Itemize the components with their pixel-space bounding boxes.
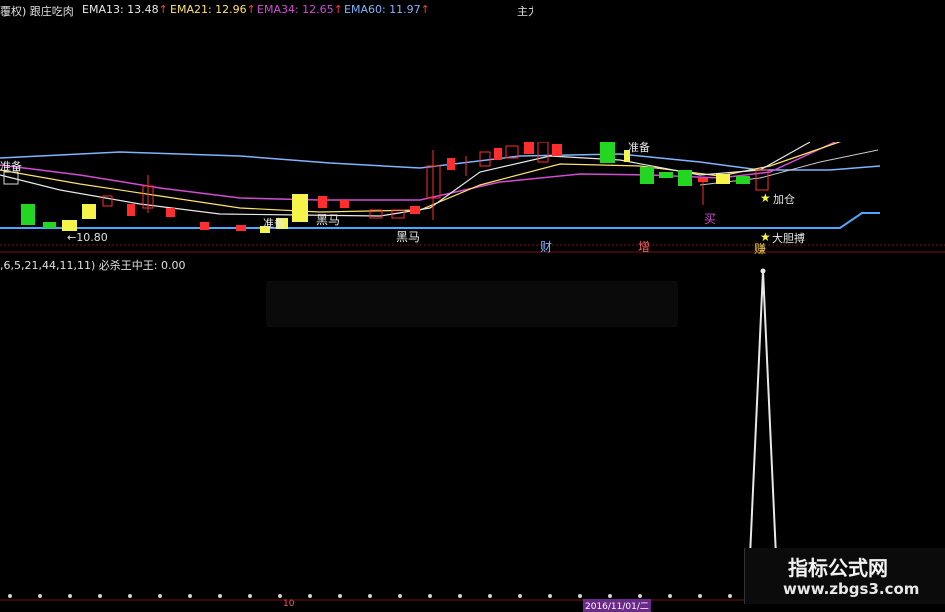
x-axis-date-label: 2016/11/01/二 [583,599,651,612]
indicator-params-label: ,6,5,21,44,11,11) 必杀王中王: 0.00 [0,259,186,272]
signal-prepare-3: 准备 [628,141,650,154]
band-label-earn: 赚 [754,242,767,256]
signal-add-position: 加仓 [773,193,795,206]
signal-prepare-1: 准备 [0,160,22,173]
site-watermark[interactable]: 指标公式网 www.zbgs3.com [744,548,945,604]
band-label-increase: 增 [638,240,651,254]
x-axis-tick-dots [8,594,732,598]
candles [3,141,769,233]
x-axis-tick-label: 10 [283,599,295,609]
band-label-wealth: 财 [540,240,553,254]
signal-bold-bet: 大胆搏 [772,232,805,245]
redaction-block-indicator [266,281,678,327]
signal-darkhorse-1: 黑马 [316,213,341,227]
signal-darkhorse-2: 黑马 [396,230,421,244]
add-position-star-icon: ★ [760,191,771,205]
redaction-block-top-right [533,0,945,142]
signal-prepare-2: 准备 [263,217,285,230]
watermark-title: 指标公式网 [788,556,888,580]
watermark-url: www.zbgs3.com [783,580,920,598]
signal-buy: 买 [704,212,717,226]
price-low-label: ←10.80 [67,231,108,244]
spike-peak-dot [760,268,766,274]
